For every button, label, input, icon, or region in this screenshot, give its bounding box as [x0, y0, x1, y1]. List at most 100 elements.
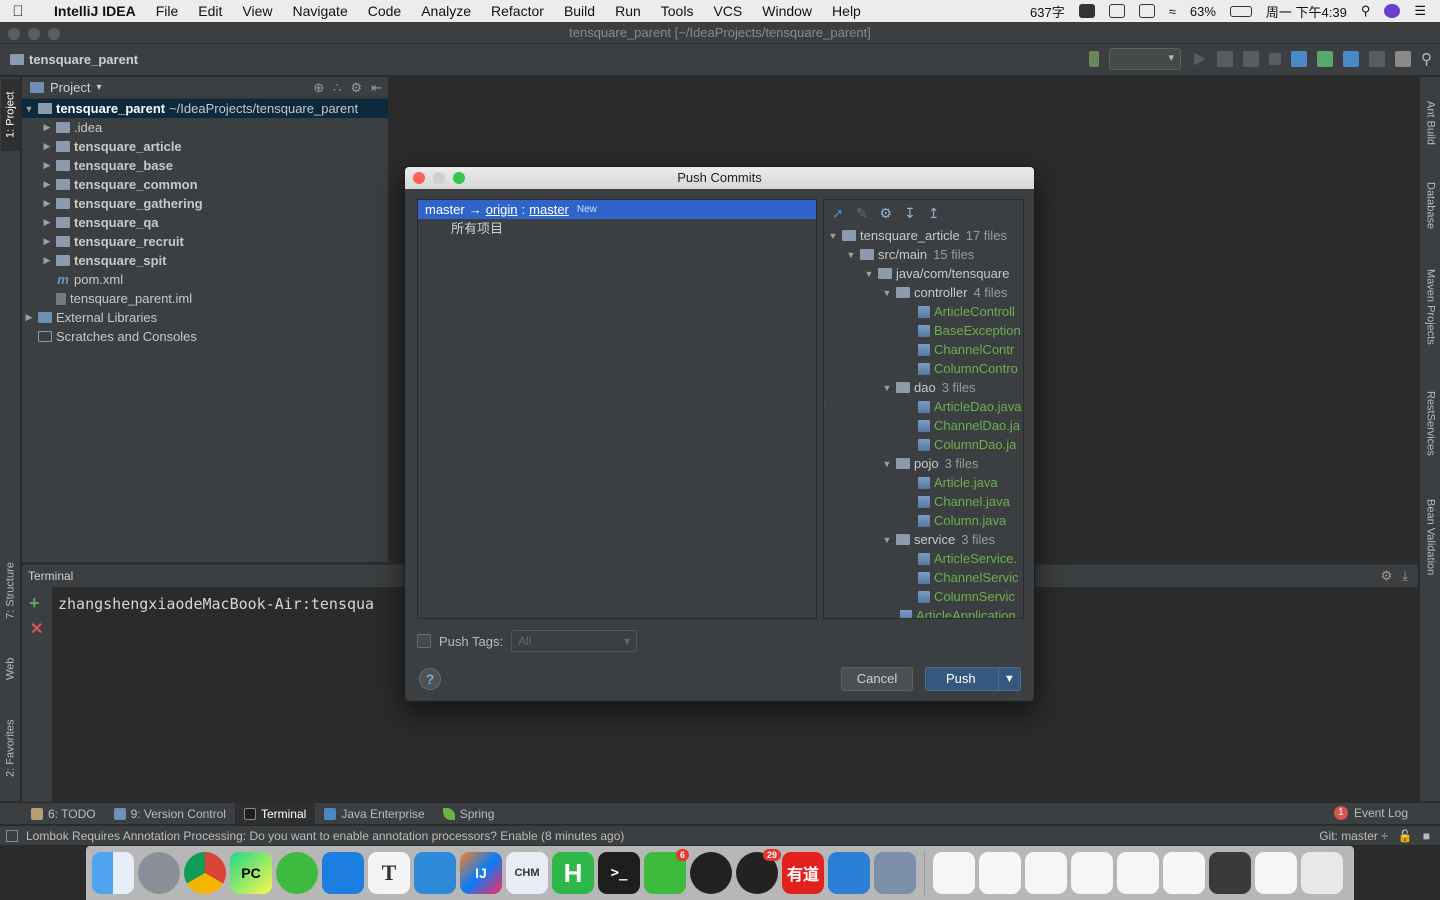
push-button[interactable]: Push ▼ [925, 667, 1021, 691]
tab-terminal[interactable]: Terminal [234, 802, 316, 825]
tree-row-iml[interactable]: tensquare_parent.iml [22, 289, 388, 308]
scroll-from-source-icon[interactable]: ⊕ [313, 80, 324, 96]
collapsed-arrow-icon[interactable]: ▶ [40, 122, 54, 133]
tool-window-favorites[interactable]: 2: Favorites [1, 705, 20, 791]
tab-version-control[interactable]: 9: Version Control [105, 803, 235, 825]
tree-row-module[interactable]: ▼ tensquare_article 17 files [824, 226, 1023, 245]
tab-java-enterprise[interactable]: Java Enterprise [315, 803, 433, 825]
edit-source-icon[interactable]: ✎ [856, 205, 868, 222]
zoom-dialog-icon[interactable] [453, 172, 465, 184]
cancel-button[interactable]: Cancel [841, 667, 913, 691]
project-view-select[interactable]: Project [50, 80, 90, 95]
tree-row-pom[interactable]: m pom.xml [22, 270, 388, 289]
menu-file[interactable]: File [146, 3, 189, 19]
tree-row-common[interactable]: ▶ tensquare_common [22, 175, 388, 194]
tree-row-file[interactable]: ChannelServic [824, 568, 1023, 587]
tree-row-controller[interactable]: ▼ controller 4 files [824, 283, 1023, 302]
chrome-icon[interactable] [184, 852, 226, 894]
doc-thumbnail-3[interactable] [1025, 852, 1067, 894]
new-session-icon[interactable]: + [29, 593, 40, 614]
teamviewer-icon[interactable] [322, 852, 364, 894]
tree-row-pojo[interactable]: ▼ pojo 3 files [824, 454, 1023, 473]
qq-second-icon[interactable]: 29 [736, 849, 781, 894]
tool-window-project[interactable]: 1: Project [1, 79, 20, 151]
tree-row-file[interactable]: ArticleDao.java [824, 397, 1023, 416]
collapsed-arrow-icon[interactable]: ▶ [40, 141, 54, 152]
tree-row-file[interactable]: Channel.java [824, 492, 1023, 511]
chevron-down-icon[interactable]: ▾ [96, 82, 101, 93]
close-window-icon[interactable] [8, 28, 20, 40]
tree-row-file[interactable]: ColumnServic [824, 587, 1023, 606]
remote-link[interactable]: origin [486, 202, 518, 217]
tree-row-file[interactable]: Column.java [824, 511, 1023, 530]
tree-row-file[interactable]: Article.java [824, 473, 1023, 492]
tree-row-recruit[interactable]: ▶ tensquare_recruit [22, 232, 388, 251]
vcs-update-icon[interactable] [1291, 51, 1307, 67]
expand-all-icon[interactable]: ↧ [904, 205, 916, 222]
pycharm-icon[interactable]: PC [230, 852, 272, 894]
vcs-commit-icon[interactable] [1317, 51, 1333, 67]
expanded-arrow-icon[interactable]: ▼ [826, 231, 840, 241]
tree-row-file[interactable]: ArticleControll [824, 302, 1023, 321]
launchpad-icon[interactable] [138, 852, 180, 894]
chm-reader-icon[interactable]: CHM [506, 852, 548, 894]
vcs-revert-icon[interactable] [1369, 51, 1385, 67]
stop-icon[interactable] [1269, 53, 1281, 65]
doc-thumbnail-2[interactable] [979, 852, 1021, 894]
menu-window[interactable]: Window [752, 3, 822, 19]
terminal-prompt[interactable]: zhangshengxiaodeMacBook-Air:tensqua [58, 595, 374, 613]
finder-icon[interactable] [92, 852, 134, 894]
airplay-icon[interactable] [1138, 4, 1155, 18]
expanded-arrow-icon[interactable]: ▼ [880, 288, 894, 298]
status-message[interactable]: Lombok Requires Annotation Processing: D… [26, 829, 624, 843]
expanded-arrow-icon[interactable]: ▼ [880, 535, 894, 545]
expanded-arrow-icon[interactable]: ▼ [862, 269, 876, 279]
menu-app-name[interactable]: IntelliJ IDEA [36, 3, 146, 19]
menu-code[interactable]: Code [358, 3, 411, 19]
project-structure-icon[interactable] [1395, 51, 1411, 67]
typora-icon[interactable]: T [368, 852, 410, 894]
app-status-icon[interactable] [1078, 4, 1095, 18]
lock-icon[interactable]: 🔓 [1398, 829, 1413, 843]
diff-icon[interactable]: ➚ [832, 205, 844, 222]
tree-row-scratches[interactable]: Scratches and Consoles [22, 327, 388, 346]
tree-row-file[interactable]: ArticleApplication [824, 606, 1023, 618]
tree-row-base[interactable]: ▶ tensquare_base [22, 156, 388, 175]
expanded-arrow-icon[interactable]: ▼ [880, 383, 894, 393]
tree-row-service[interactable]: ▼ service 3 files [824, 530, 1023, 549]
tab-spring[interactable]: Spring [434, 803, 504, 825]
intellij-icon[interactable]: IJ [460, 852, 502, 894]
vpn-icon[interactable] [828, 852, 870, 894]
run-configuration-select[interactable] [1109, 48, 1181, 70]
tree-row-dao[interactable]: ▼ dao 3 files [824, 378, 1023, 397]
hide-panel-icon[interactable]: ⤓ [1402, 568, 1408, 584]
remote-branch-link[interactable]: master [529, 202, 569, 217]
collapsed-arrow-icon[interactable]: ▶ [40, 160, 54, 171]
tree-row-file[interactable]: ChannelDao.ja [824, 416, 1023, 435]
collapse-all-icon[interactable]: ∴ [333, 80, 341, 96]
close-dialog-icon[interactable] [413, 172, 425, 184]
hide-panel-icon[interactable]: ⇤ [371, 80, 382, 96]
wechat-icon[interactable]: 6 [644, 849, 689, 894]
tree-row-spit[interactable]: ▶ tensquare_spit [22, 251, 388, 270]
menu-tools[interactable]: Tools [651, 3, 704, 19]
push-target-row[interactable]: master → origin : master New [418, 200, 816, 219]
screen-icon[interactable] [1108, 4, 1125, 18]
doc-thumbnail-1[interactable] [933, 852, 975, 894]
youdao-icon[interactable]: 有道 [782, 852, 824, 894]
expanded-arrow-icon[interactable]: ▼ [22, 104, 36, 114]
run-icon[interactable] [1194, 52, 1206, 66]
collapsed-arrow-icon[interactable]: ▶ [40, 217, 54, 228]
doc-thumbnail-7[interactable] [1209, 852, 1251, 894]
breadcrumb[interactable]: tensquare_parent [10, 52, 138, 67]
build-icon[interactable] [1089, 51, 1099, 67]
battery-percent[interactable]: 63% [1190, 4, 1216, 19]
debug-icon[interactable] [1217, 51, 1233, 67]
push-tags-select[interactable]: All [511, 630, 638, 652]
tree-row-file[interactable]: ChannelContr [824, 340, 1023, 359]
chevron-down-icon[interactable]: ▼ [998, 668, 1020, 690]
tree-row-file[interactable]: ColumnContro [824, 359, 1023, 378]
tool-window-rest-services[interactable]: RestServices [1421, 377, 1440, 469]
minimize-window-icon[interactable] [28, 28, 40, 40]
trash-icon[interactable] [1301, 852, 1343, 894]
